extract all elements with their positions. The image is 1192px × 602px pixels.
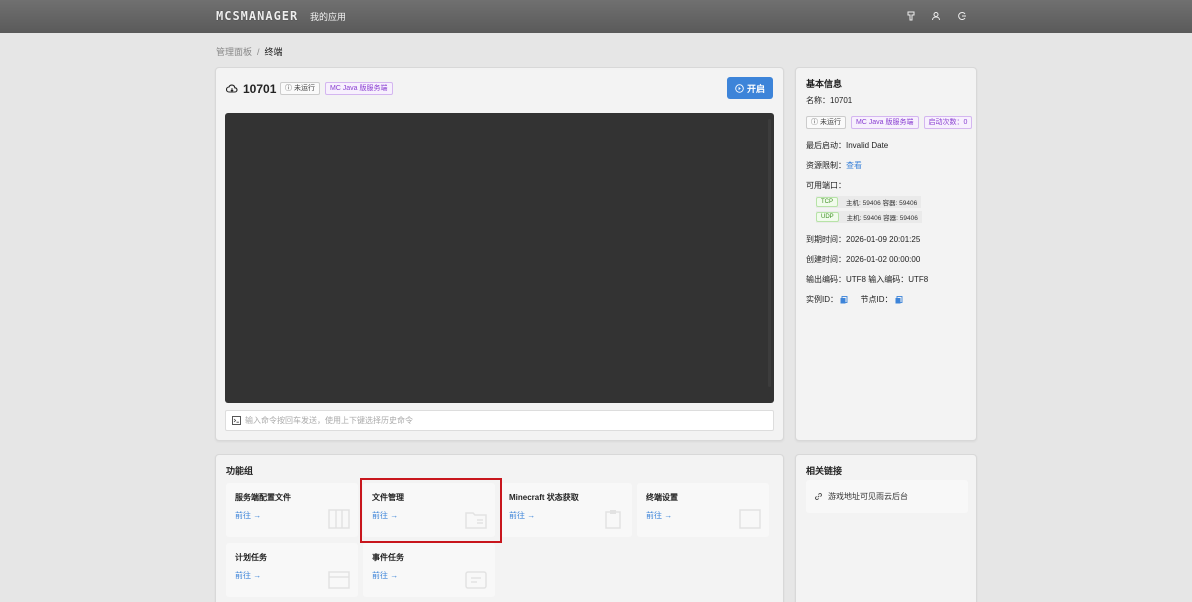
feature-event-tasks[interactable]: 事件任务 前往 → bbox=[363, 543, 495, 597]
port-row-udp: UDP 主机: 59406 容器: 59406 bbox=[816, 211, 922, 223]
info-status-badge: ⓘ 未运行 bbox=[806, 116, 846, 129]
port-row-tcp: TCP 主机: 59406 容器: 59406 bbox=[816, 196, 922, 208]
basic-info-card: 基本信息 名称：10701 ⓘ 未运行 MC Java 版服务端 启动次数：0 … bbox=[795, 67, 977, 441]
go-link[interactable]: 前往 → bbox=[646, 510, 672, 521]
features-title: 功能组 bbox=[226, 466, 254, 476]
play-icon bbox=[735, 83, 744, 93]
top-bar: MCSMANAGER 我的应用 bbox=[0, 0, 1192, 33]
feature-title: 服务端配置文件 bbox=[235, 493, 291, 502]
copy-icon[interactable] bbox=[895, 295, 903, 304]
breadcrumb-root[interactable]: 管理面板 bbox=[216, 47, 252, 57]
logout-icon[interactable] bbox=[954, 8, 970, 24]
start-count-badge: 启动次数：0 bbox=[923, 116, 973, 129]
command-input[interactable] bbox=[245, 416, 745, 425]
terminal-icon bbox=[232, 416, 241, 425]
basic-info-title: 基本信息 bbox=[806, 79, 843, 89]
go-link[interactable]: 前往 → bbox=[235, 570, 261, 581]
link-icon bbox=[815, 493, 822, 500]
port-mapping: 主机: 59406 容器: 59406 bbox=[846, 215, 918, 222]
instance-name: 10701 bbox=[243, 82, 277, 96]
related-link-item[interactable]: 游戏地址可见雨云后台 bbox=[806, 480, 968, 513]
info-encoding: 输出编码：UTF8 输入编码：UTF8 bbox=[806, 275, 929, 284]
calendar-icon bbox=[328, 571, 350, 589]
info-created: 创建时间：2026-01-02 00:00:00 bbox=[806, 255, 921, 264]
copy-icon[interactable] bbox=[840, 295, 848, 304]
info-name: 名称：10701 bbox=[806, 96, 853, 105]
info-last-start: 最后启动：Invalid Date bbox=[806, 141, 889, 150]
terminal-card: 10701 ⓘ 未运行 MC Java 版服务端 开启 bbox=[215, 67, 784, 441]
port-protocol: TCP bbox=[816, 197, 838, 207]
port-mapping: 主机: 59406 容器: 59406 bbox=[846, 200, 918, 207]
feature-minecraft-status[interactable]: Minecraft 状态获取 前往 → bbox=[500, 483, 632, 537]
terminal-scrollbar[interactable] bbox=[768, 119, 771, 387]
info-tags: ⓘ 未运行 MC Java 版服务端 启动次数：0 bbox=[806, 116, 973, 129]
feature-server-config[interactable]: 服务端配置文件 前往 → bbox=[226, 483, 358, 537]
info-resource: 资源限制：查看 bbox=[806, 161, 862, 170]
related-link-text: 游戏地址可见雨云后台 bbox=[828, 492, 908, 501]
selection-highlight bbox=[360, 478, 502, 543]
theme-icon[interactable] bbox=[903, 8, 919, 24]
app-logo[interactable]: MCSMANAGER bbox=[216, 9, 298, 23]
start-label: 开启 bbox=[746, 83, 765, 94]
square-icon bbox=[739, 509, 761, 529]
go-link[interactable]: 前往 → bbox=[235, 510, 261, 521]
type-badge: MC Java 版服务端 bbox=[324, 82, 393, 95]
command-input-wrapper bbox=[225, 410, 774, 431]
feature-title: 计划任务 bbox=[235, 553, 267, 562]
cloud-icon bbox=[226, 84, 238, 93]
go-link[interactable]: 前往 → bbox=[372, 570, 398, 581]
columns-icon bbox=[328, 509, 350, 529]
related-links-title: 相关链接 bbox=[806, 466, 843, 476]
breadcrumb: 管理面板 / 终端 bbox=[216, 45, 283, 58]
clipboard-icon bbox=[605, 510, 621, 529]
breadcrumb-current: 终端 bbox=[264, 47, 283, 57]
info-expire: 到期时间：2026-01-09 20:01:25 bbox=[806, 235, 921, 244]
port-protocol: UDP bbox=[816, 212, 839, 222]
feature-title: Minecraft 状态获取 bbox=[509, 493, 579, 502]
nav-my-apps[interactable]: 我的应用 bbox=[310, 10, 346, 23]
event-icon bbox=[465, 571, 487, 589]
start-button[interactable]: 开启 bbox=[727, 77, 773, 99]
info-ports-label: 可用端口： bbox=[806, 181, 846, 190]
feature-scheduled-tasks[interactable]: 计划任务 前往 → bbox=[226, 543, 358, 597]
instance-title: 10701 bbox=[226, 82, 276, 96]
resource-view-link[interactable]: 查看 bbox=[846, 161, 862, 170]
instance-tags: ⓘ 未运行 MC Java 版服务端 bbox=[280, 82, 393, 95]
feature-title: 终端设置 bbox=[646, 493, 678, 502]
terminal-output[interactable] bbox=[225, 113, 774, 403]
user-icon[interactable] bbox=[928, 8, 944, 24]
feature-terminal-settings[interactable]: 终端设置 前往 → bbox=[637, 483, 769, 537]
info-ids: 实例ID： 节点ID： bbox=[806, 294, 903, 305]
status-badge: ⓘ 未运行 bbox=[280, 82, 320, 95]
related-links-card: 相关链接 游戏地址可见雨云后台 bbox=[795, 454, 977, 602]
breadcrumb-separator: / bbox=[257, 47, 260, 57]
info-type-badge: MC Java 版服务端 bbox=[850, 116, 919, 129]
feature-title: 事件任务 bbox=[372, 553, 404, 562]
go-link[interactable]: 前往 → bbox=[509, 510, 535, 521]
